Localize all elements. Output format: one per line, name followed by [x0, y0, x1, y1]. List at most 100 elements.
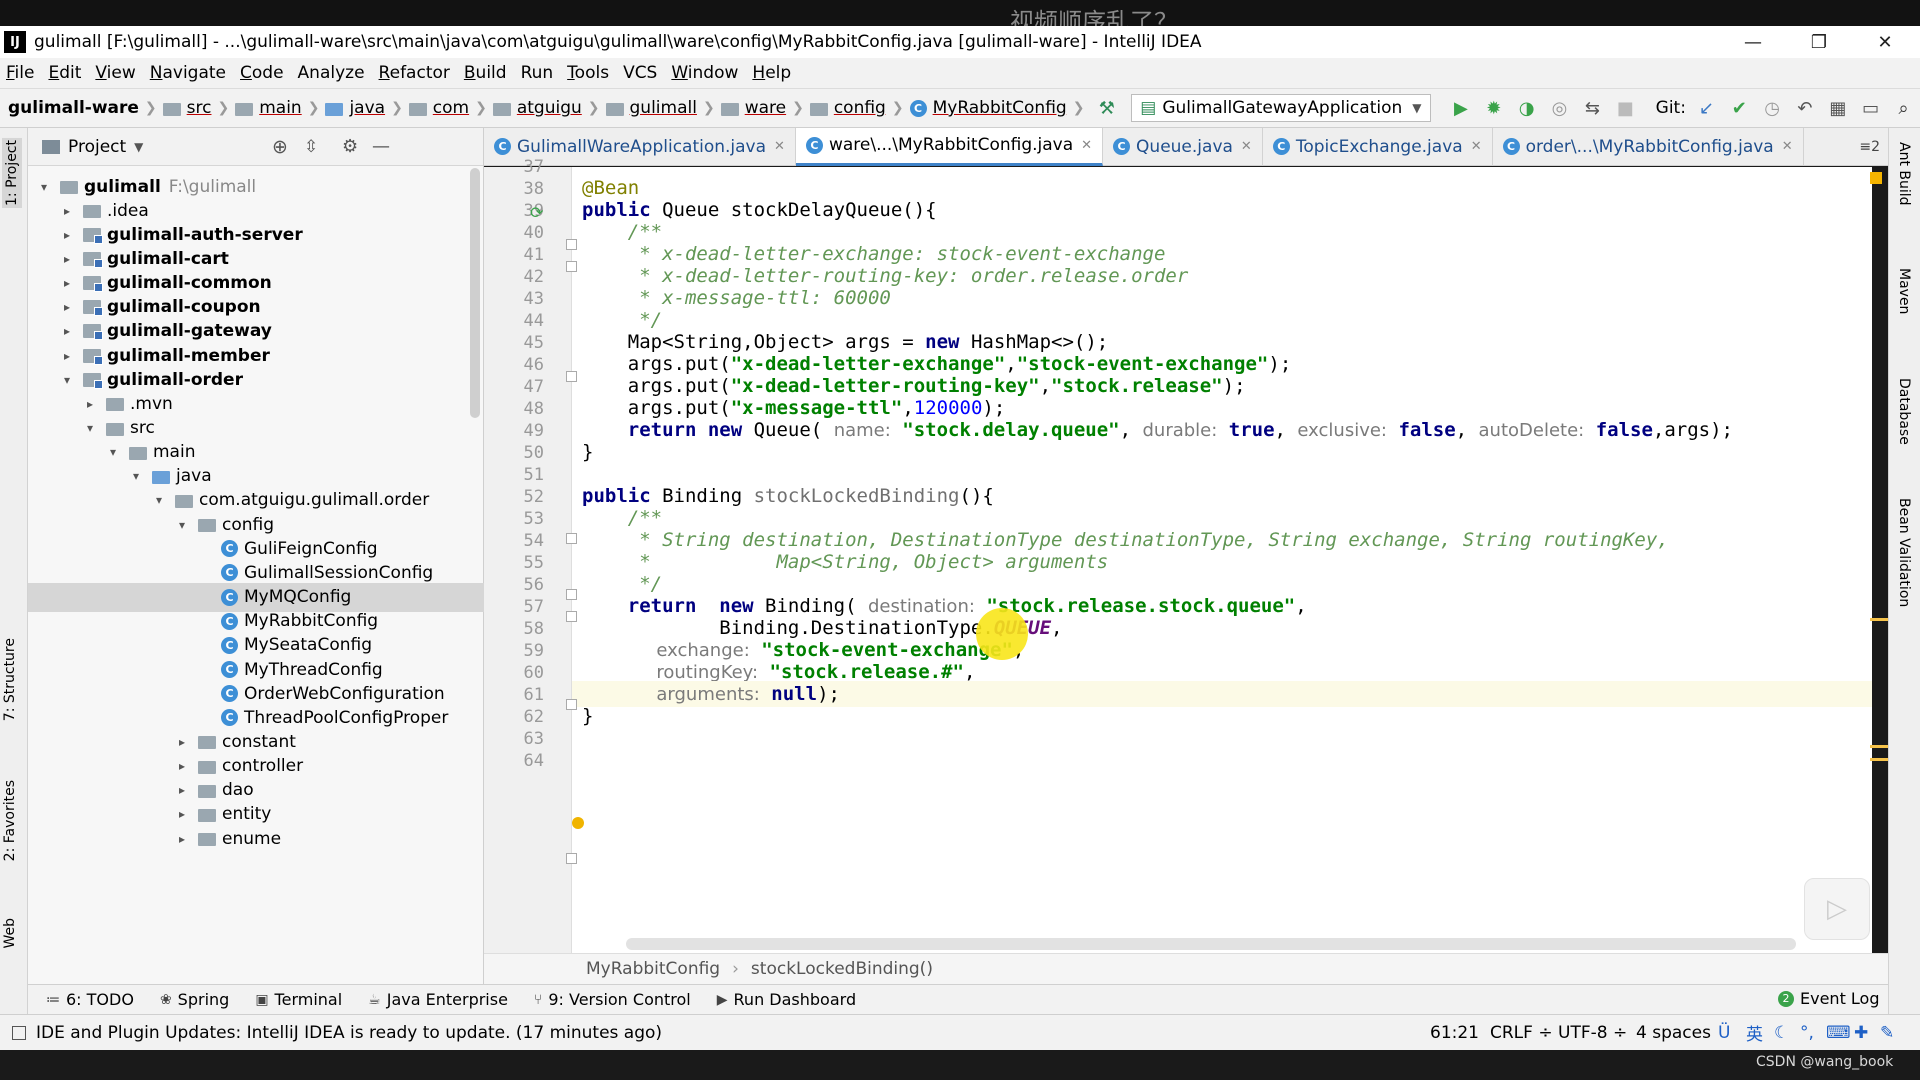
menu-item[interactable]: Code: [240, 63, 284, 83]
chevron-down-icon[interactable]: ▼: [134, 140, 143, 154]
menu-item[interactable]: Navigate: [150, 63, 226, 83]
close-tab-icon[interactable]: ✕: [774, 139, 785, 154]
fold-marker[interactable]: [566, 533, 577, 544]
close-tab-icon[interactable]: ✕: [1471, 139, 1482, 154]
breadcrumb-item[interactable]: config ❯: [809, 98, 904, 118]
chevron-right-icon[interactable]: ▸: [59, 252, 75, 266]
tool-window-button[interactable]: ▣ Terminal: [255, 990, 342, 1009]
line-separator[interactable]: CRLF ÷: [1490, 1023, 1553, 1043]
chevron-right-icon[interactable]: ▸: [59, 276, 75, 290]
project-structure-icon[interactable]: ▦: [1827, 97, 1848, 119]
menu-item[interactable]: Tools: [567, 63, 609, 83]
run-config-selector[interactable]: ▤ GulimallGatewayApplication ▼: [1131, 94, 1431, 122]
chevron-right-icon[interactable]: ▸: [59, 300, 75, 314]
editor-tab[interactable]: C Queue.java ✕: [1103, 127, 1263, 166]
chevron-right-icon[interactable]: ▸: [59, 324, 75, 338]
chevron-right-icon[interactable]: ▸: [82, 397, 98, 411]
breadcrumb-item[interactable]: ware ❯: [720, 98, 804, 118]
tool-window-button[interactable]: ≔ 6: TODO: [46, 990, 134, 1009]
search-icon[interactable]: ⌕: [1893, 97, 1914, 119]
menu-item[interactable]: Refactor: [379, 63, 450, 83]
fold-marker[interactable]: [566, 261, 577, 272]
tool-window-button[interactable]: ☕ Java Enterprise: [368, 990, 508, 1009]
git-rollback-icon[interactable]: ↶: [1795, 97, 1816, 119]
close-tab-icon[interactable]: ✕: [1081, 138, 1092, 153]
event-log-button[interactable]: 2 Event Log: [1778, 989, 1880, 1008]
chevron-right-icon[interactable]: ▸: [59, 228, 75, 242]
bean-gutter-icon[interactable]: ⟳: [530, 203, 543, 222]
tab-favorites[interactable]: 2: Favorites: [2, 780, 18, 861]
presentation-icon[interactable]: ▭: [1860, 97, 1881, 119]
horizontal-scrollbar[interactable]: [626, 938, 1796, 950]
caret-position[interactable]: 61:21: [1430, 1023, 1479, 1043]
tools-icon[interactable]: ✚: [1854, 1023, 1868, 1043]
wrench-icon[interactable]: ✎: [1880, 1023, 1894, 1043]
fold-marker[interactable]: [566, 853, 577, 864]
fold-marker[interactable]: [566, 611, 577, 622]
chevron-down-icon[interactable]: ▾: [128, 469, 144, 483]
menu-item[interactable]: Help: [752, 63, 791, 83]
profile-icon[interactable]: ◎: [1549, 97, 1570, 119]
tab-maven[interactable]: Maven: [1896, 268, 1912, 314]
close-tab-icon[interactable]: ✕: [1241, 139, 1252, 154]
gear-icon[interactable]: ⚙: [342, 136, 358, 157]
chevron-down-icon[interactable]: ▾: [36, 180, 52, 194]
git-commit-icon[interactable]: ✔: [1729, 97, 1750, 119]
build-hammer-icon[interactable]: ⚒: [1096, 97, 1117, 119]
menu-item[interactable]: File: [6, 63, 34, 83]
lightbulb-icon[interactable]: [572, 817, 584, 829]
collapse-all-icon[interactable]: ⇳: [304, 137, 318, 157]
locate-icon[interactable]: ⊕: [272, 136, 288, 158]
tab-web[interactable]: Web: [2, 918, 18, 949]
minimize-button[interactable]: —: [1730, 26, 1776, 58]
tab-structure[interactable]: 7: Structure: [2, 638, 18, 721]
chevron-right-icon[interactable]: ▸: [174, 759, 190, 773]
breadcrumb-item[interactable]: gulimall ❯: [605, 98, 715, 118]
chevron-right-icon[interactable]: ▸: [59, 204, 75, 218]
git-update-icon[interactable]: ↙: [1696, 97, 1717, 119]
breadcrumb-item[interactable]: atguigu ❯: [492, 98, 600, 118]
chevron-down-icon[interactable]: ▾: [151, 493, 167, 507]
stop-icon[interactable]: ■: [1615, 97, 1636, 119]
menu-item[interactable]: VCS: [623, 63, 657, 83]
editor-tab[interactable]: Corder\...\MyRabbitConfig.java ✕: [1493, 127, 1804, 166]
reload-icon[interactable]: ⇆: [1582, 97, 1603, 119]
tab-database[interactable]: Database: [1896, 378, 1912, 445]
chevron-down-icon[interactable]: ▾: [174, 518, 190, 532]
debug-icon[interactable]: ✹: [1483, 97, 1504, 119]
tabs-overflow-button[interactable]: ≡2: [1859, 139, 1880, 155]
tool-window-button[interactable]: ▶ Run Dashboard: [717, 990, 856, 1009]
keyboard-icon[interactable]: ⌨: [1826, 1023, 1851, 1043]
chevron-down-icon[interactable]: ▾: [105, 445, 121, 459]
chevron-right-icon[interactable]: ▸: [59, 349, 75, 363]
fold-marker[interactable]: [566, 589, 577, 600]
close-button[interactable]: ✕: [1862, 26, 1908, 58]
menu-item[interactable]: Edit: [48, 63, 81, 83]
status-message[interactable]: IDE and Plugin Updates: IntelliJ IDEA is…: [36, 1023, 662, 1043]
breadcrumb-class[interactable]: MyRabbitConfig: [586, 959, 720, 979]
tab-project[interactable]: 1: Project: [2, 138, 22, 208]
breadcrumb-item[interactable]: src ❯: [162, 98, 229, 118]
ime-mode[interactable]: 英: [1746, 1020, 1763, 1045]
status-toggle-icon[interactable]: [12, 1025, 26, 1040]
fold-marker[interactable]: [566, 371, 577, 382]
error-stripe[interactable]: [1870, 745, 1888, 748]
chevron-down-icon[interactable]: ▾: [82, 421, 98, 435]
chevron-right-icon[interactable]: ▸: [174, 735, 190, 749]
restore-button[interactable]: ❐: [1796, 26, 1842, 58]
fold-marker[interactable]: [566, 239, 577, 250]
menu-item[interactable]: Window: [671, 63, 738, 83]
chevron-right-icon[interactable]: ▸: [174, 807, 190, 821]
file-encoding[interactable]: UTF-8 ÷: [1558, 1023, 1627, 1043]
breadcrumb-item[interactable]: java ❯: [325, 98, 403, 118]
editor-tab[interactable]: C TopicExchange.java ✕: [1263, 127, 1493, 166]
chevron-right-icon[interactable]: ▸: [174, 832, 190, 846]
tool-window-button[interactable]: ⑂ 9: Version Control: [534, 990, 691, 1009]
chevron-down-icon[interactable]: ▾: [59, 373, 75, 387]
breadcrumb-item[interactable]: com ❯: [408, 98, 487, 118]
menu-item[interactable]: Run: [521, 63, 554, 83]
play-video-icon[interactable]: ▷: [1804, 878, 1870, 940]
breadcrumb-item[interactable]: main ❯: [235, 98, 319, 118]
error-stripe[interactable]: [1870, 758, 1888, 761]
run-icon[interactable]: ▶: [1451, 97, 1472, 119]
